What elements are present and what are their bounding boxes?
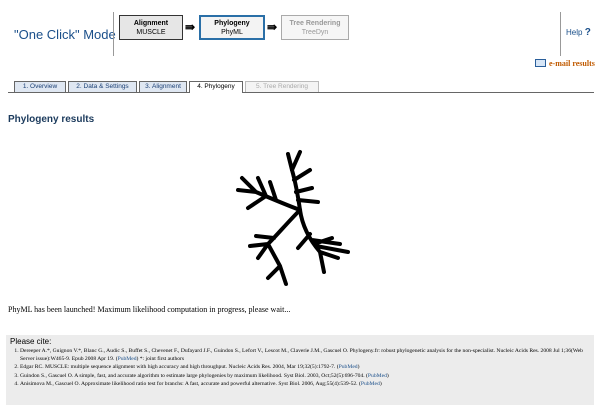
tab-data-settings[interactable]: 2. Data & Settings xyxy=(68,81,137,92)
email-results-link[interactable]: e-mail results xyxy=(535,59,595,68)
email-icon xyxy=(535,59,546,68)
mode-title: "One Click" Mode xyxy=(14,27,116,42)
pubmed-link[interactable]: PubMed xyxy=(339,364,358,370)
divider xyxy=(113,12,114,56)
step-tree-rendering-name: Tree Rendering xyxy=(289,20,341,27)
citation-text: Guindon S., Gascuel O. A simple, fast, a… xyxy=(20,372,368,379)
citation-note: ) xyxy=(379,381,382,387)
step-tree-rendering-tool: TreeDyn xyxy=(301,29,329,36)
page-title: Phylogeny results xyxy=(8,114,95,125)
divider xyxy=(560,12,561,56)
step-alignment-name: Alignment xyxy=(133,20,169,27)
tab-bar: 1. Overview 2. Data & Settings 3. Alignm… xyxy=(8,81,594,93)
status-message: PhyML has been launched! Maximum likelih… xyxy=(8,305,291,314)
help-label: Help xyxy=(566,28,583,37)
top-bar: "One Click" Mode Alignment MUSCLE ⇛ Phyl… xyxy=(0,0,600,68)
pubmed-link[interactable]: PubMed xyxy=(118,356,137,362)
step-alignment[interactable]: Alignment MUSCLE xyxy=(119,15,183,40)
step-phylogeny-name: Phylogeny xyxy=(214,20,250,27)
tab-alignment[interactable]: 3. Alignment xyxy=(139,81,187,92)
tab-phylogeny[interactable]: 4. Phylogeny xyxy=(189,81,243,93)
email-results-label: e-mail results xyxy=(549,59,595,68)
citation-item: Guindon S., Gascuel O. A simple, fast, a… xyxy=(20,373,590,381)
citation-item: Edgar RC. MUSCLE: multiple sequence alig… xyxy=(20,364,590,372)
citation-list: Dereeper A.*, Guignon V.*, Blanc G., Aud… xyxy=(10,348,590,390)
step-tree-rendering: Tree Rendering TreeDyn xyxy=(281,15,349,40)
step-alignment-tool: MUSCLE xyxy=(136,29,166,36)
step-arrow-icon: ⇛ xyxy=(185,20,196,34)
citation-item: Dereeper A.*, Guignon V.*, Blanc G., Aud… xyxy=(20,348,590,363)
step-phylogeny-tool: PhyML xyxy=(221,29,243,36)
citation-text: Edgar RC. MUSCLE: multiple sequence alig… xyxy=(20,364,339,370)
citation-note: ) xyxy=(357,364,360,370)
citation-text: Dereeper A.*, Guignon V.*, Blanc G., Aud… xyxy=(20,348,583,362)
citation-title: Please cite: xyxy=(10,337,52,346)
help-link[interactable]: Help ? xyxy=(566,27,591,38)
pubmed-link[interactable]: PubMed xyxy=(368,373,387,379)
tree-logo xyxy=(236,150,350,286)
question-mark-icon: ? xyxy=(584,27,591,38)
tab-overview[interactable]: 1. Overview xyxy=(14,81,66,92)
step-phylogeny[interactable]: Phylogeny PhyML xyxy=(199,15,265,40)
step-arrow-icon: ⇛ xyxy=(267,20,278,34)
citation-item: Anisimova M., Gascuel O. Approximate lik… xyxy=(20,381,590,389)
citation-box: Please cite: Dereeper A.*, Guignon V.*, … xyxy=(6,335,594,405)
citation-note: ) xyxy=(386,372,389,379)
tab-tree-rendering: 5. Tree Rendering xyxy=(245,81,319,92)
citation-text: Anisimova M., Gascuel O. Approximate lik… xyxy=(20,381,361,387)
citation-note: ) *: joint first authors xyxy=(136,355,185,362)
pubmed-link[interactable]: PubMed xyxy=(361,381,380,387)
